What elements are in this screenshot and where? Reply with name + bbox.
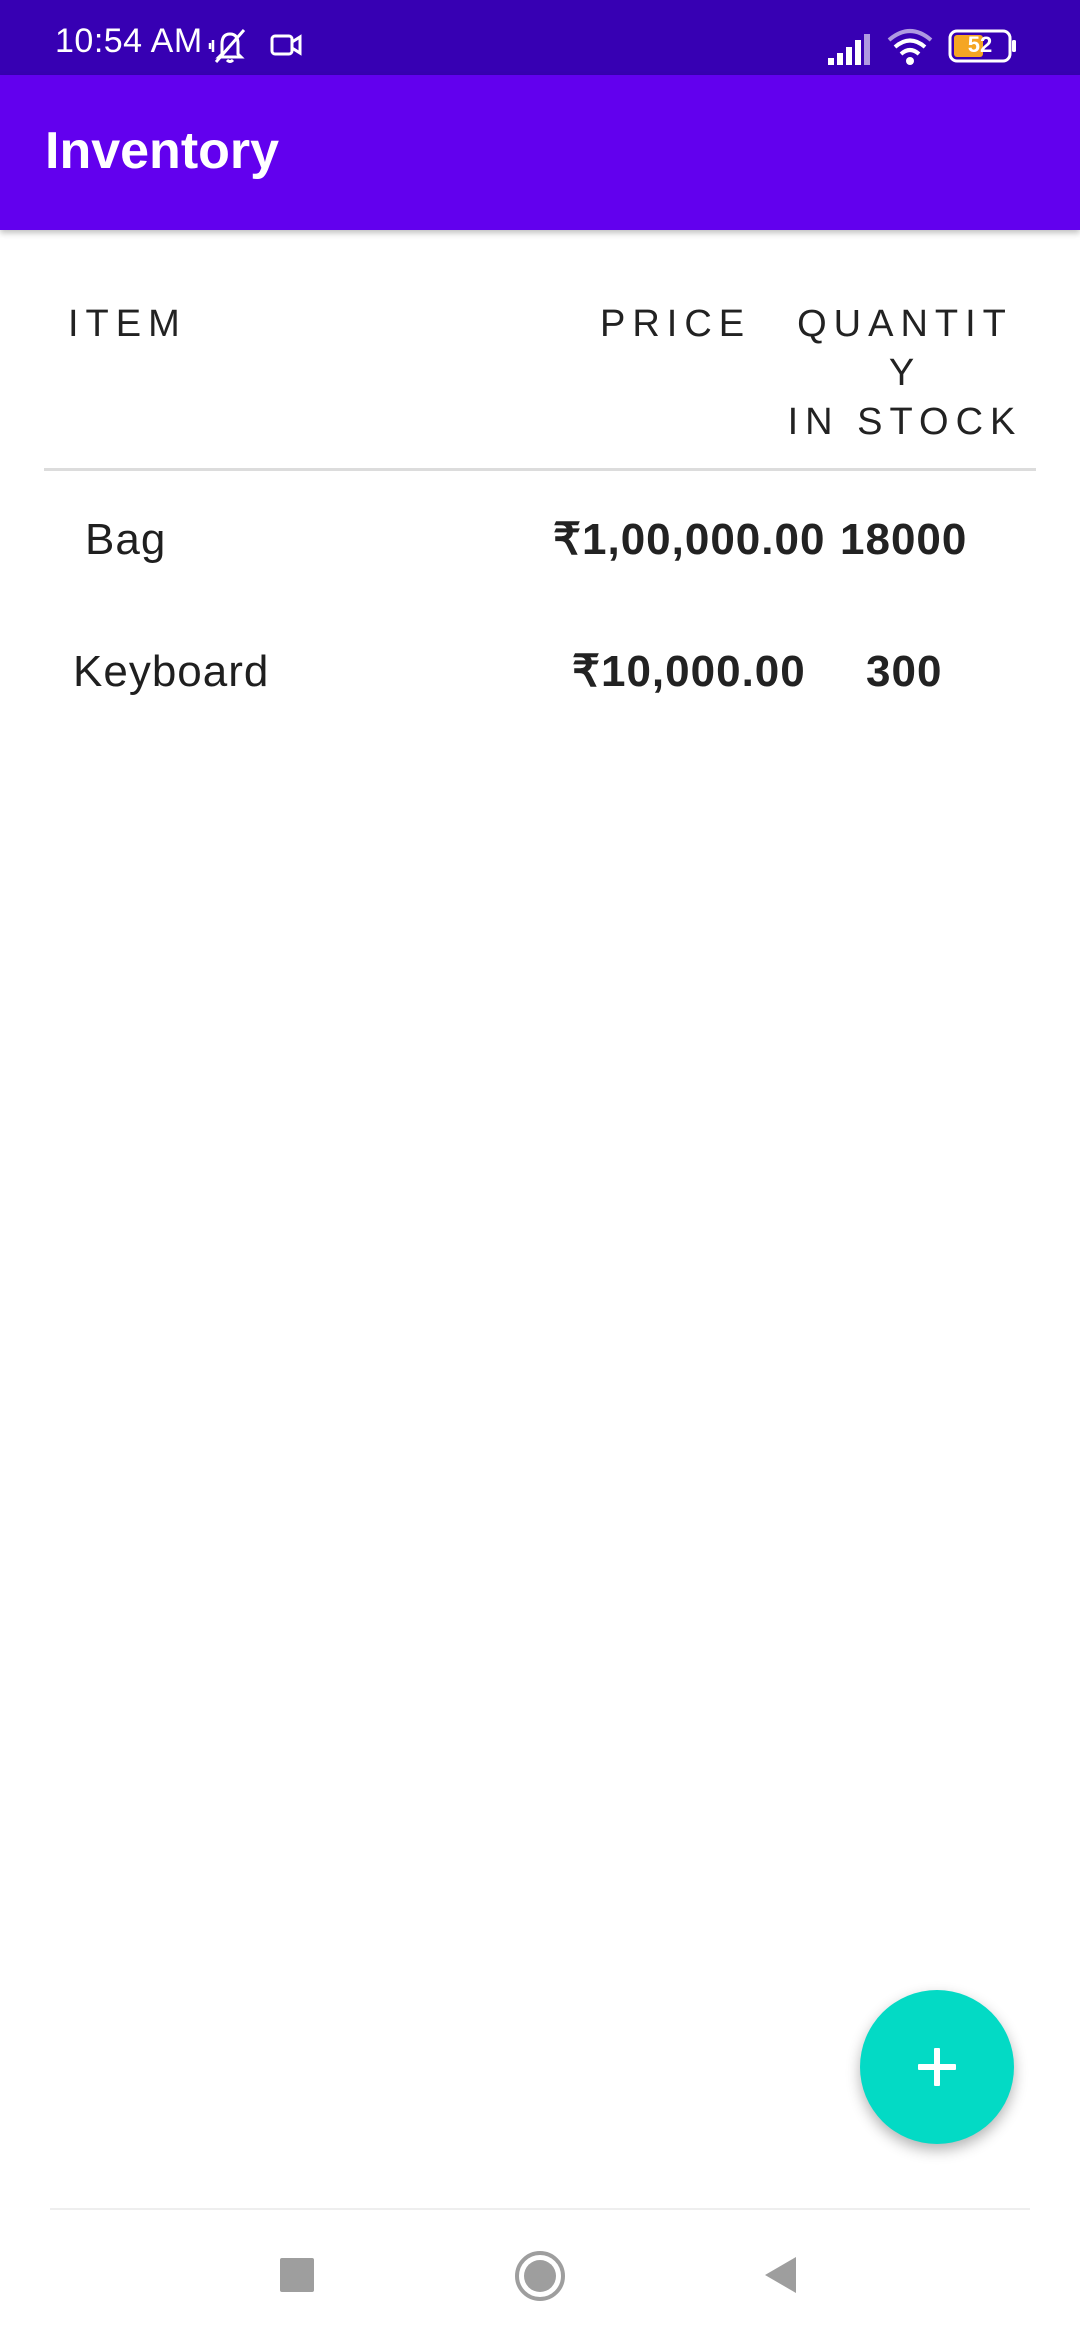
home-circle-icon[interactable] [514,2250,566,2302]
vibrate-off-icon [208,29,246,63]
app-bar: Inventory [0,75,1080,230]
item-price: ₹10,000.00 [572,647,806,696]
battery-level: 52 [967,32,993,57]
back-triangle-icon[interactable] [762,2255,800,2295]
add-item-button[interactable] [860,1990,1014,2144]
item-name: Bag [85,515,167,564]
item-name: Keyboard [73,647,270,696]
camera-icon [270,34,302,56]
wifi-icon [887,29,933,65]
column-header-item: ITEM [68,303,187,345]
plus-icon [918,2048,956,2086]
page-title: Inventory [45,122,280,180]
item-price: ₹1,00,000.00 [553,515,826,564]
column-header-quantity: QUANTIT Y IN STOCK [787,303,1023,443]
status-time: 10:54 AM [55,22,203,60]
status-bar: 10:54 AM 52 [0,0,1080,75]
nav-divider [50,2208,1030,2210]
item-quantity: 300 [866,647,943,696]
signal-icon [828,34,870,65]
header-divider [44,468,1036,471]
item-quantity: 18000 [840,515,968,564]
column-header-price: PRICE [600,303,752,345]
recents-square-icon[interactable] [278,2256,316,2294]
